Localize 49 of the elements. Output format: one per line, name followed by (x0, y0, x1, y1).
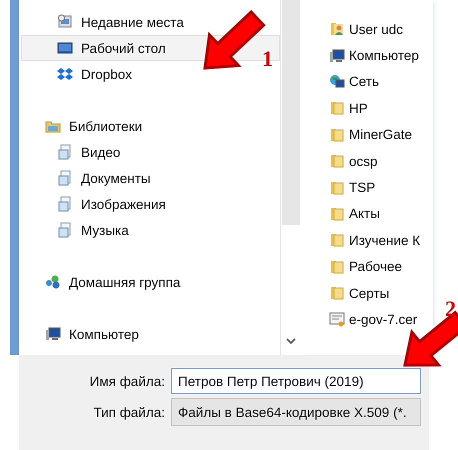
folder-icon (329, 180, 345, 196)
folder-icon (329, 126, 345, 143)
nav-item[interactable]: Недавние места (21, 9, 280, 35)
file-item[interactable]: Серты (301, 280, 390, 306)
nav-item[interactable]: Компьютер (21, 321, 280, 347)
nav-item[interactable]: Видео (21, 139, 280, 165)
computer-icon (329, 48, 345, 64)
dropbox-icon (57, 66, 73, 82)
library-icon (57, 196, 73, 212)
field-label: Тип файла: (92, 404, 165, 420)
file-item[interactable]: User udc (301, 16, 404, 42)
folder-icon (329, 258, 345, 275)
library-icon (57, 222, 73, 238)
user-folder-icon (329, 21, 345, 38)
file-name-field[interactable]: Петров Петр Петрович (2019) (171, 368, 421, 394)
library-icon (57, 144, 73, 160)
scrollbar[interactable] (280, 0, 301, 355)
network-icon (329, 74, 345, 90)
nav-item[interactable]: Изображения (21, 191, 280, 217)
file-item[interactable]: Изучение К (301, 227, 420, 254)
file-type-dropdown[interactable]: Файлы в Base64-кодировке X.509 (*. (171, 398, 421, 426)
file-item[interactable]: HP (301, 95, 368, 122)
certificate-icon (329, 311, 345, 328)
scrollbar-thumb[interactable] (282, 0, 300, 225)
nav-item[interactable]: Библиотеки (21, 113, 280, 139)
file-item[interactable]: Сеть (301, 68, 380, 96)
chevron-down-icon[interactable] (286, 338, 296, 345)
folder-icon (329, 100, 345, 116)
folder-icon (329, 206, 345, 222)
folder-icon (329, 285, 345, 302)
recent-places-icon (57, 14, 73, 30)
nav-item[interactable]: Домашняя группа (21, 269, 280, 295)
nav-item[interactable]: Документы (21, 165, 280, 191)
file-item[interactable]: TSP (301, 174, 376, 201)
nav-item[interactable]: Музыка (21, 217, 280, 243)
computer-icon (45, 326, 61, 342)
folder-icon (329, 232, 345, 248)
file-item[interactable]: MinerGate (301, 122, 412, 148)
annotation-number: 2 (445, 296, 456, 322)
file-item[interactable]: ocsp (301, 148, 378, 174)
folder-icon (329, 153, 345, 170)
monitor-icon (57, 40, 73, 56)
file-item[interactable]: Акты (301, 200, 380, 228)
file-item[interactable]: Рабочее (301, 254, 402, 280)
library-icon (57, 170, 73, 186)
field-label: Имя файла: (88, 374, 165, 388)
file-item[interactable]: Компьютер (301, 42, 419, 69)
homegroup-icon (45, 274, 61, 290)
file-item[interactable]: e-gov-7.cer (301, 306, 418, 333)
